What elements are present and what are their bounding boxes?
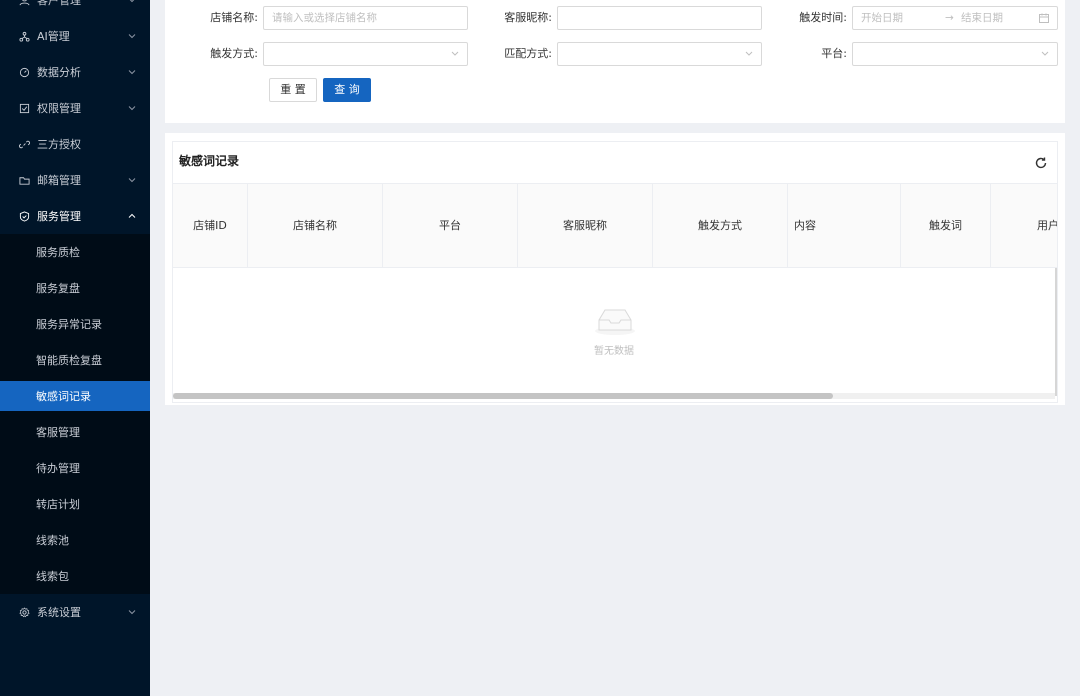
sidebar-item-label: 系统设置: [37, 606, 81, 619]
submenu-item-lead-pool[interactable]: 线索池: [0, 525, 150, 555]
chevron-down-icon: [128, 610, 136, 615]
sidebar-item-system-settings[interactable]: 系统设置: [0, 594, 150, 630]
table-container: 敏感词记录 店铺ID 店铺名称 平台 客服昵称 触发方式 内容 触发词 用户: …: [172, 141, 1058, 403]
sidebar-item-data-analysis[interactable]: 数据分析: [0, 54, 150, 90]
vertical-scrollbar[interactable]: [1055, 268, 1057, 396]
submenu-item-agent-mgmt[interactable]: 客服管理: [0, 417, 150, 447]
sidebar-item-label: AI管理: [37, 30, 70, 43]
users-icon: [18, 0, 30, 6]
folder-icon: [18, 174, 30, 186]
chevron-down-icon: [745, 51, 753, 56]
chevron-down-icon: [1041, 51, 1049, 56]
sidebar-item-customer-mgmt[interactable]: 客户管理: [0, 0, 150, 18]
chevron-up-icon: [128, 213, 136, 218]
sidebar-item-label: 邮箱管理: [37, 174, 81, 187]
chevron-down-icon: [129, 0, 135, 3]
dashboard-icon: [18, 66, 30, 78]
horizontal-scrollbar[interactable]: [173, 393, 833, 399]
column-header-trigger-word[interactable]: 触发词: [901, 184, 991, 267]
chevron-down-icon: [128, 178, 136, 183]
sidebar-item-service-mgmt[interactable]: 服务管理: [0, 198, 150, 234]
agent-nick-input[interactable]: [557, 6, 762, 30]
column-header-user[interactable]: 用户:: [991, 184, 1057, 267]
sidebar-item-label: 三方授权: [37, 138, 81, 151]
chevron-down-icon: [128, 34, 136, 39]
checkbox-icon: [18, 102, 30, 114]
submenu-item-transfer-plan[interactable]: 转店计划: [0, 489, 150, 519]
submenu-item-lead-pack[interactable]: 线索包: [0, 561, 150, 591]
refresh-icon[interactable]: [1034, 156, 1048, 170]
calendar-icon: [1039, 13, 1049, 23]
sidebar-item-ai[interactable]: AI管理: [0, 18, 150, 54]
table-title: 敏感词记录: [179, 154, 240, 168]
platform-select[interactable]: [852, 42, 1058, 66]
sidebar-item-label: 数据分析: [37, 66, 81, 79]
start-date-input[interactable]: 开始日期: [861, 12, 903, 24]
network-icon: [18, 30, 30, 42]
end-date-input[interactable]: 结束日期: [961, 7, 1003, 29]
sidebar-item-label: 服务管理: [37, 210, 81, 223]
submenu-item-service-qc[interactable]: 服务质检: [0, 237, 150, 267]
match-method-select[interactable]: [557, 42, 762, 66]
chevron-down-icon: [451, 51, 459, 56]
sidebar-item-third-party-auth[interactable]: 三方授权: [0, 126, 150, 162]
link-icon: [18, 138, 30, 150]
trigger-method-label: 触发方式:: [210, 47, 258, 60]
sidebar-item-mailbox[interactable]: 邮箱管理: [0, 162, 150, 198]
column-header-content[interactable]: 内容: [788, 184, 901, 267]
query-button[interactable]: 查 询: [323, 78, 371, 102]
table-header: 店铺ID 店铺名称 平台 客服昵称 触发方式 内容 触发词 用户:: [173, 183, 1057, 268]
column-header-trigger-method[interactable]: 触发方式: [653, 184, 788, 267]
table-card: 敏感词记录 店铺ID 店铺名称 平台 客服昵称 触发方式 内容 触发词 用户: …: [165, 133, 1065, 405]
shield-icon: [18, 210, 30, 222]
submenu-item-sensitive-words[interactable]: 敏感词记录: [0, 381, 150, 411]
date-separator: →: [945, 12, 954, 24]
chevron-down-icon: [128, 106, 136, 111]
sidebar-item-permissions[interactable]: 权限管理: [0, 90, 150, 126]
submenu-item-todo[interactable]: 待办管理: [0, 453, 150, 483]
agent-nick-label: 客服昵称:: [504, 11, 552, 24]
sidebar-item-label: 客户管理: [37, 0, 81, 7]
chevron-down-icon: [128, 70, 136, 75]
reset-button[interactable]: 重 置: [269, 78, 317, 102]
empty-state: 暂无数据: [173, 269, 1055, 393]
trigger-method-select[interactable]: [263, 42, 468, 66]
trigger-time-range[interactable]: 开始日期 → 结束日期: [852, 6, 1058, 30]
empty-box-icon: [595, 309, 635, 335]
sidebar: 客户管理 AI管理 数据分析 权限管理 三方授权 邮箱管理 服务管理 服务质检 …: [0, 0, 150, 696]
shop-name-placeholder: 请输入或选择店铺名称: [272, 12, 377, 24]
platform-label: 平台:: [821, 47, 847, 60]
search-panel: 店铺名称: 请输入或选择店铺名称 客服昵称: 触发时间: 开始日期 → 结束日期…: [165, 0, 1065, 123]
empty-text: 暂无数据: [594, 346, 634, 357]
submenu-item-service-anomaly[interactable]: 服务异常记录: [0, 309, 150, 339]
column-header-platform[interactable]: 平台: [383, 184, 518, 267]
sidebar-item-label: 权限管理: [37, 102, 81, 115]
shop-name-input[interactable]: 请输入或选择店铺名称: [263, 6, 468, 30]
trigger-time-label: 触发时间:: [799, 11, 847, 24]
gear-icon: [18, 606, 30, 618]
column-header-shop-name[interactable]: 店铺名称: [248, 184, 383, 267]
column-header-shop-id[interactable]: 店铺ID: [173, 184, 248, 267]
column-header-agent-nick[interactable]: 客服昵称: [518, 184, 653, 267]
submenu-item-service-review[interactable]: 服务复盘: [0, 273, 150, 303]
shop-name-label: 店铺名称:: [210, 11, 258, 24]
submenu-item-smart-qc-review[interactable]: 智能质检复盘: [0, 345, 150, 375]
match-method-label: 匹配方式:: [504, 47, 552, 60]
